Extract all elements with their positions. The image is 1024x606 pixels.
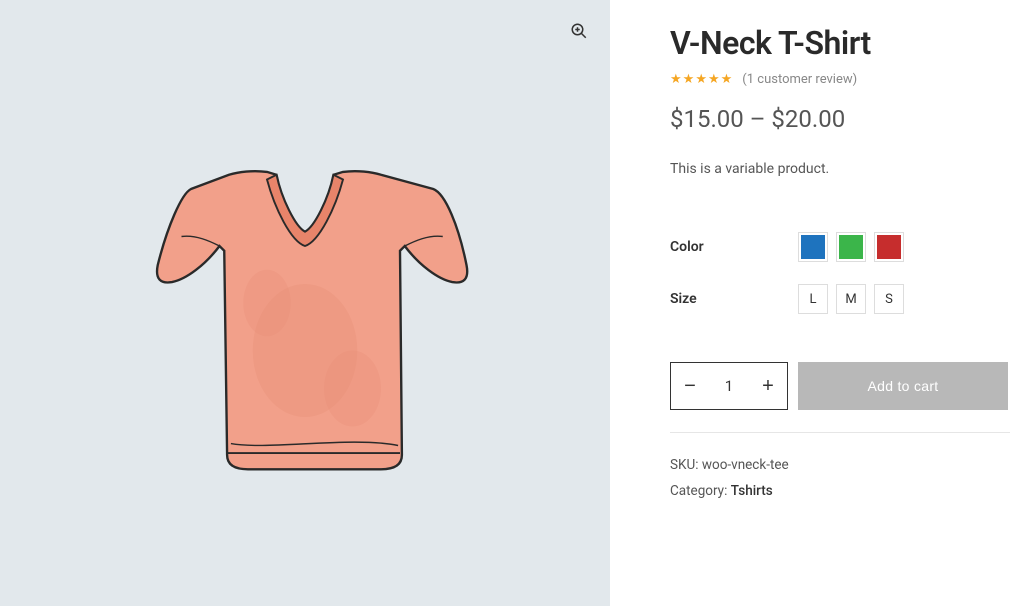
quantity-stepper: − 1 + xyxy=(670,362,788,410)
quantity-value: 1 xyxy=(709,377,749,395)
star-icon: ★ xyxy=(670,72,682,87)
review-count-link[interactable]: (1 customer review) xyxy=(742,72,857,87)
color-swatch-green[interactable] xyxy=(836,232,866,262)
color-swatch-blue[interactable] xyxy=(798,232,828,262)
product-description: This is a variable product. xyxy=(670,161,1024,177)
category-link[interactable]: Tshirts xyxy=(731,483,773,499)
size-label: Size xyxy=(670,291,798,307)
star-icon: ★ xyxy=(695,72,707,87)
price-range: $15.00 – $20.00 xyxy=(670,105,1024,133)
zoom-icon[interactable] xyxy=(566,18,592,44)
product-title: V-Neck T-Shirt xyxy=(670,24,1024,62)
category-label: Category: xyxy=(670,483,727,499)
star-rating: ★ ★ ★ ★ ★ xyxy=(670,72,732,87)
color-label: Color xyxy=(670,239,798,255)
increase-quantity-button[interactable]: + xyxy=(749,363,787,409)
divider xyxy=(670,432,1010,433)
star-icon: ★ xyxy=(708,72,720,87)
star-icon: ★ xyxy=(683,72,695,87)
category-meta: Category: Tshirts xyxy=(670,483,1024,499)
size-swatch-l[interactable]: L xyxy=(798,284,828,314)
product-image-gallery xyxy=(0,0,610,606)
decrease-quantity-button[interactable]: − xyxy=(671,363,709,409)
sku-value: woo-vneck-tee xyxy=(702,457,789,473)
product-image xyxy=(115,113,495,493)
add-to-cart-button[interactable]: Add to cart xyxy=(798,362,1008,410)
size-swatch-m[interactable]: M xyxy=(836,284,866,314)
color-swatch-red[interactable] xyxy=(874,232,904,262)
sku-meta: SKU: woo-vneck-tee xyxy=(670,457,1024,473)
size-swatch-s[interactable]: S xyxy=(874,284,904,314)
sku-label: SKU: xyxy=(670,457,699,473)
star-icon: ★ xyxy=(721,72,733,87)
